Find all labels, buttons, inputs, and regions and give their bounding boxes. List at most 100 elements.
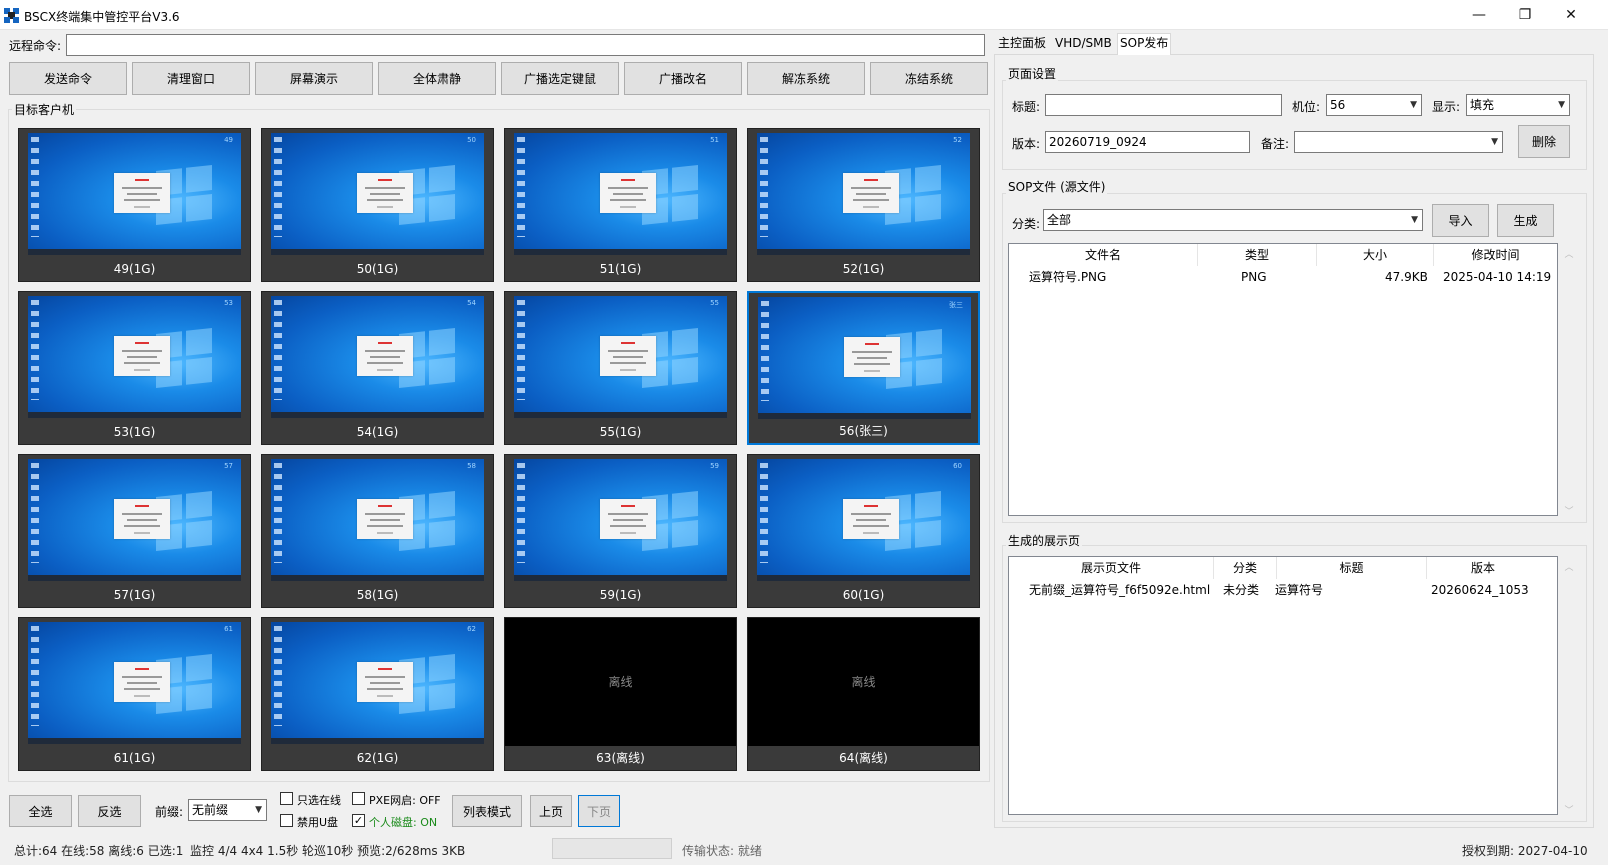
table-cell: 2025-04-10 14:19 [1443, 270, 1552, 284]
client-tile[interactable]: 离线 64(离线) [747, 617, 980, 771]
client-caption: 52(1G) [842, 262, 885, 276]
toolbar-button[interactable]: 冻结系统 [870, 62, 988, 95]
seat-label: 机位: [1292, 100, 1321, 114]
sop-files-label: SOP文件 (源文件) [1006, 178, 1108, 195]
only-online-checkbox[interactable] [280, 792, 293, 805]
client-tile[interactable]: 张三 56(张三) [747, 291, 980, 445]
client-caption: 49(1G) [113, 262, 156, 276]
offline-text: 离线 [608, 675, 633, 689]
toolbar-button[interactable]: 广播改名 [624, 62, 742, 95]
column-header[interactable]: 修改时间 [1434, 244, 1557, 266]
list-mode-button[interactable]: 列表模式 [452, 795, 522, 827]
column-header[interactable]: 版本 [1427, 557, 1539, 579]
client-screen-thumbnail: 61 [28, 622, 241, 744]
client-caption: 53(1G) [113, 425, 156, 439]
generated-pages-label: 生成的展示页 [1006, 532, 1083, 549]
scrollbar[interactable]: ︿ ﹀ [1562, 556, 1576, 816]
delete-button[interactable]: 删除 [1518, 125, 1570, 158]
table-cell: 运算符号.PNG [1029, 270, 1107, 284]
display-select-value: 填充 [1470, 98, 1495, 112]
desktop-icons [274, 300, 282, 400]
generate-button[interactable]: 生成 [1497, 204, 1554, 237]
dialog-window [357, 336, 413, 376]
client-tile[interactable]: 59 59(1G) [504, 454, 737, 608]
chevron-down-icon: ▼ [1411, 215, 1418, 225]
toolbar-button[interactable]: 广播选定键鼠 [501, 62, 619, 95]
seat-select-value: 56 [1330, 98, 1346, 112]
dialog-window [600, 173, 656, 213]
close-button[interactable]: ✕ [1548, 0, 1594, 30]
tab-sop-publish[interactable]: SOP发布 [1117, 33, 1172, 55]
client-screen-thumbnail: 62 [271, 622, 484, 744]
category-select[interactable]: 全部 ▼ [1043, 209, 1423, 231]
column-header[interactable]: 分类 [1214, 557, 1277, 579]
client-tile[interactable]: 49 49(1G) [18, 128, 251, 282]
chevron-down-icon: ▼ [1410, 100, 1417, 110]
client-tile[interactable]: 离线 63(离线) [504, 617, 737, 771]
client-corner-label: 58 [467, 462, 476, 470]
client-screen-thumbnail: 54 [271, 296, 484, 418]
toolbar-button[interactable]: 解冻系统 [747, 62, 865, 95]
title-input[interactable] [1045, 94, 1282, 116]
taskbar [28, 412, 241, 418]
invert-selection-button[interactable]: 反选 [78, 795, 141, 827]
toolbar-button[interactable]: 屏幕演示 [255, 62, 373, 95]
next-page-button[interactable]: 下页 [578, 795, 620, 827]
tab-vhd-smb[interactable]: VHD/SMB [1053, 34, 1114, 54]
seat-select[interactable]: 56 ▼ [1326, 94, 1422, 116]
table-cell: 47.9KB [1385, 270, 1428, 284]
minimize-button[interactable]: — [1456, 0, 1502, 30]
column-header[interactable]: 文件名 [1009, 244, 1198, 266]
restore-button[interactable]: ❐ [1502, 0, 1548, 30]
client-tile[interactable]: 53 53(1G) [18, 291, 251, 445]
import-button[interactable]: 导入 [1432, 204, 1489, 237]
personal-disk-checkbox[interactable]: ✓ [352, 814, 365, 827]
version-input[interactable] [1045, 131, 1250, 153]
column-header[interactable]: 类型 [1198, 244, 1317, 266]
desktop-icons [760, 463, 768, 563]
tab-main-control[interactable]: 主控面板 [996, 34, 1048, 54]
disable-usb-checkbox[interactable] [280, 814, 293, 827]
command-input[interactable] [66, 34, 985, 56]
sop-file-list[interactable]: 文件名 类型 大小 修改时间 运算符号.PNG PNG 47.9KB 2025-… [1008, 243, 1558, 516]
client-tile[interactable]: 51 51(1G) [504, 128, 737, 282]
column-header[interactable]: 展示页文件 [1009, 557, 1214, 579]
client-corner-label: 55 [710, 299, 719, 307]
command-label: 远程命令: [9, 39, 62, 53]
client-corner-label: 52 [953, 136, 962, 144]
generated-page-list[interactable]: 展示页文件 分类 标题 版本 无前缀_运算符号_f6f5092e.html 未分… [1008, 556, 1558, 815]
client-caption: 60(1G) [842, 588, 885, 602]
client-tile[interactable]: 62 62(1G) [261, 617, 494, 771]
client-tile[interactable]: 61 61(1G) [18, 617, 251, 771]
prefix-select[interactable]: 无前缀 ▼ [188, 799, 267, 821]
client-tile[interactable]: 54 54(1G) [261, 291, 494, 445]
status-monitor: 监控 4/4 4x4 1.5秒 轮巡10秒 预览:2/628ms 3KB [190, 844, 466, 858]
client-caption: 58(1G) [356, 588, 399, 602]
pxe-label: PXE网启: OFF [369, 794, 441, 807]
column-header[interactable]: 大小 [1317, 244, 1434, 266]
prefix-select-value: 无前缀 [192, 803, 229, 817]
toolbar-button[interactable]: 全体肃静 [378, 62, 496, 95]
client-tile[interactable]: 57 57(1G) [18, 454, 251, 608]
dialog-window [600, 499, 656, 539]
note-select[interactable]: ▼ [1294, 131, 1503, 153]
toolbar-button[interactable]: 清理窗口 [132, 62, 250, 95]
client-tile[interactable]: 58 58(1G) [261, 454, 494, 608]
pxe-checkbox[interactable] [352, 792, 365, 805]
client-tile[interactable]: 50 50(1G) [261, 128, 494, 282]
disable-usb-label: 禁用U盘 [297, 816, 339, 829]
client-caption: 50(1G) [356, 262, 399, 276]
chevron-down-icon: ▼ [1491, 137, 1498, 147]
client-tile[interactable]: 55 55(1G) [504, 291, 737, 445]
select-all-button[interactable]: 全选 [9, 795, 72, 827]
scrollbar[interactable]: ︿ ﹀ [1562, 243, 1576, 517]
column-header[interactable]: 标题 [1277, 557, 1427, 579]
client-tile[interactable]: 52 52(1G) [747, 128, 980, 282]
dialog-window [114, 173, 170, 213]
toolbar-button[interactable]: 发送命令 [9, 62, 127, 95]
table-cell: PNG [1241, 270, 1267, 284]
client-tile[interactable]: 60 60(1G) [747, 454, 980, 608]
taskbar [28, 738, 241, 744]
prev-page-button[interactable]: 上页 [530, 795, 572, 827]
display-select[interactable]: 填充 ▼ [1466, 94, 1570, 116]
